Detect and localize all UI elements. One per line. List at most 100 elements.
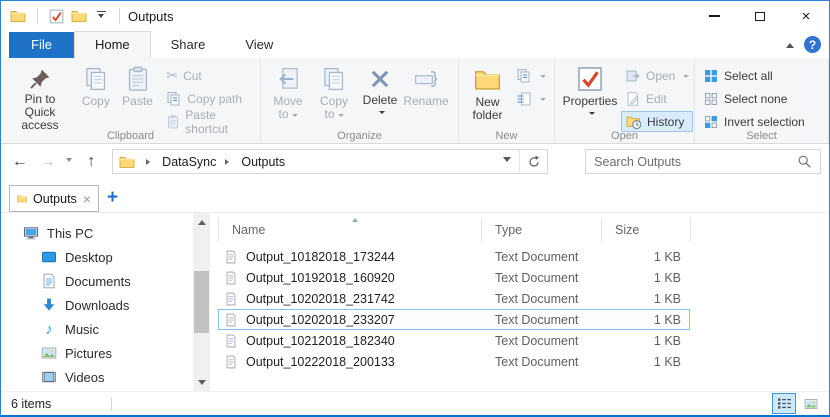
text-document-icon <box>224 313 238 327</box>
qat-new-folder-icon[interactable] <box>71 8 87 24</box>
history-icon <box>626 114 642 130</box>
pictures-icon <box>41 345 57 361</box>
navigation-pane: This PC Desktop Documents Downloads ♪ Mu… <box>1 213 193 391</box>
new-tab-button[interactable]: + <box>107 188 118 207</box>
edit-icon <box>625 91 641 107</box>
up-button[interactable]: ↑ <box>78 149 104 174</box>
select-none-icon <box>703 91 719 107</box>
address-bar[interactable]: DataSync Outputs <box>112 149 548 174</box>
open-button[interactable]: Open <box>621 65 693 86</box>
tab-close-icon[interactable]: × <box>83 192 91 206</box>
table-row[interactable]: Output_10202018_231742 Text Document 1 K… <box>218 288 690 309</box>
scroll-up-icon[interactable] <box>193 213 210 230</box>
sidebar-item-desktop[interactable]: Desktop <box>1 245 193 269</box>
forward-button[interactable]: → <box>35 149 61 174</box>
easy-access-button[interactable] <box>512 65 550 86</box>
explorer-folder-icon <box>10 8 26 24</box>
minimize-ribbon-icon[interactable] <box>786 39 794 48</box>
move-to-button[interactable]: Move to <box>265 61 311 124</box>
explorer-tab-bar: Outputs × + <box>1 179 829 213</box>
tab-file[interactable]: File <box>9 32 74 58</box>
status-bar: 6 items <box>1 391 829 415</box>
rename-button[interactable]: Rename <box>403 61 449 111</box>
new-item-button[interactable] <box>512 88 550 109</box>
address-bar-row: ← → ↑ DataSync Outputs <box>1 144 829 179</box>
ribbon: Pin to Quick access Copy Paste ✂ Cut Cop… <box>1 58 829 144</box>
table-row[interactable]: Output_10182018_173244 Text Document 1 K… <box>218 246 690 267</box>
paste-icon <box>125 66 151 92</box>
text-document-icon <box>224 292 238 306</box>
close-icon: × <box>802 9 811 24</box>
copy-path-button[interactable]: Copy path <box>162 88 256 109</box>
table-row[interactable]: Output_10192018_160920 Text Document 1 K… <box>218 267 690 288</box>
sidebar-item-documents[interactable]: Documents <box>1 269 193 293</box>
tab-view[interactable]: View <box>225 32 293 58</box>
recent-locations-dropdown-icon[interactable] <box>63 149 77 174</box>
explorer-tab-outputs[interactable]: Outputs × <box>9 185 99 212</box>
edit-button[interactable]: Edit <box>621 88 693 109</box>
sidebar-scrollbar[interactable] <box>193 213 210 391</box>
select-none-button[interactable]: Select none <box>699 88 809 109</box>
column-header-size[interactable]: Size <box>601 218 690 242</box>
sidebar-item-this-pc[interactable]: This PC <box>1 221 193 245</box>
select-all-button[interactable]: Select all <box>699 65 809 86</box>
text-document-icon <box>224 355 238 369</box>
back-button[interactable]: ← <box>7 149 33 174</box>
file-rows: Output_10182018_173244 Text Document 1 K… <box>210 246 829 372</box>
desktop-icon <box>41 249 57 265</box>
folder-icon <box>119 154 135 170</box>
maximize-button[interactable] <box>737 1 783 31</box>
divider <box>37 8 38 24</box>
delete-dropdown-icon <box>379 111 385 117</box>
thumbnails-view-button[interactable] <box>799 393 823 414</box>
table-row[interactable]: Output_10222018_200133 Text Document 1 K… <box>218 351 690 372</box>
copy-button[interactable]: Copy <box>75 61 117 111</box>
pin-to-quick-access-button[interactable]: Pin to Quick access <box>5 61 75 135</box>
tab-home[interactable]: Home <box>74 31 151 58</box>
tab-share[interactable]: Share <box>151 32 226 58</box>
search-input[interactable] <box>586 155 797 169</box>
sidebar-item-pictures[interactable]: Pictures <box>1 341 193 365</box>
history-button[interactable]: History <box>621 111 693 132</box>
text-document-icon <box>224 250 238 264</box>
column-header-type[interactable]: Type <box>481 218 601 242</box>
breadcrumb-outputs[interactable]: Outputs <box>241 155 285 169</box>
copy-icon <box>83 66 109 92</box>
qat-properties-icon[interactable] <box>49 9 64 24</box>
breadcrumb-separator-icon <box>225 159 232 165</box>
details-view-button[interactable] <box>772 393 796 414</box>
text-document-icon <box>224 334 238 348</box>
paste-shortcut-button[interactable]: Paste shortcut <box>162 111 256 132</box>
properties-button[interactable]: Properties <box>559 61 621 119</box>
delete-button[interactable]: Delete <box>357 61 403 118</box>
scroll-down-icon[interactable] <box>193 374 210 391</box>
invert-selection-button[interactable]: Invert selection <box>699 111 809 132</box>
minimize-icon <box>709 15 720 16</box>
refresh-button[interactable] <box>519 150 547 173</box>
sidebar-item-music[interactable]: ♪ Music <box>1 317 193 341</box>
new-folder-button[interactable]: New folder <box>463 61 512 125</box>
cut-button[interactable]: ✂ Cut <box>162 65 256 86</box>
table-row-selected[interactable]: Output_10202018_233207 Text Document 1 K… <box>218 309 690 330</box>
group-label-select: Select <box>695 130 828 142</box>
search-icon[interactable] <box>797 154 812 169</box>
title-bar: Outputs × <box>1 1 829 31</box>
ribbon-group-clipboard: Pin to Quick access Copy Paste ✂ Cut Cop… <box>1 58 261 143</box>
close-button[interactable]: × <box>783 1 829 31</box>
help-icon[interactable]: ? <box>804 36 821 53</box>
divider <box>119 8 120 24</box>
sidebar-item-videos[interactable]: Videos <box>1 365 193 389</box>
sidebar-item-downloads[interactable]: Downloads <box>1 293 193 317</box>
paste-button[interactable]: Paste <box>117 61 159 111</box>
breadcrumb-datasync[interactable]: DataSync <box>162 155 216 169</box>
properties-dropdown-icon <box>589 112 595 118</box>
minimize-button[interactable] <box>691 1 737 31</box>
table-row[interactable]: Output_10212018_182340 Text Document 1 K… <box>218 330 690 351</box>
address-dropdown-icon[interactable] <box>495 150 519 173</box>
copy-path-icon <box>166 91 182 107</box>
music-icon: ♪ <box>41 321 57 338</box>
qat-customize-dropdown-icon[interactable] <box>94 11 108 21</box>
column-header-name[interactable]: Name <box>218 218 481 242</box>
copy-to-button[interactable]: Copy to <box>311 61 357 124</box>
scrollbar-thumb[interactable] <box>194 271 209 333</box>
